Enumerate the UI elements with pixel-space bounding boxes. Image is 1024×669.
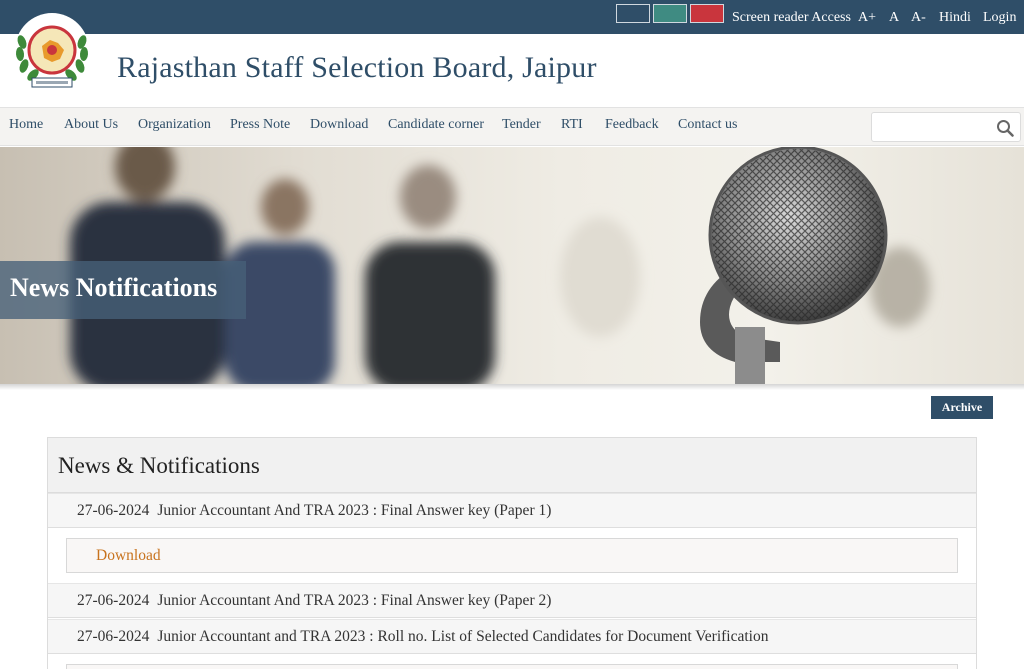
font-increase-button[interactable]: A+: [858, 10, 876, 26]
main-nav: Home About Us Organization Press Note Do…: [0, 107, 1024, 146]
nav-item-tender[interactable]: Tender: [502, 117, 541, 133]
news-item[interactable]: 27-06-2024 Junior Accountant and TRA 2023…: [48, 619, 976, 654]
banner-title-box: News Notifications: [0, 261, 246, 319]
font-decrease-button[interactable]: A-: [911, 10, 926, 26]
news-item-date: 27-06-2024: [77, 502, 150, 519]
nav-item-home[interactable]: Home: [9, 117, 43, 133]
news-item-text: 27-06-2024 Junior Accountant and TRA 2023…: [77, 628, 768, 646]
news-item-title: Junior Accountant And TRA 2023 : Final A…: [157, 502, 552, 519]
news-item-title: Junior Accountant and TRA 2023 : Roll no…: [157, 628, 769, 645]
font-normal-button[interactable]: A: [889, 10, 899, 26]
nav-item-candidate-corner[interactable]: Candidate corner: [388, 117, 484, 133]
top-utility-bar: Screen reader Access A+ A A- Hindi Login: [0, 0, 1024, 34]
news-item-date: 27-06-2024: [77, 592, 150, 609]
news-item-text: 27-06-2024 Junior Accountant And TRA 2023…: [77, 592, 551, 610]
archive-button[interactable]: Archive: [931, 396, 993, 419]
news-item[interactable]: 27-06-2024 Junior Accountant And TRA 2023…: [48, 583, 976, 618]
hindi-language-link[interactable]: Hindi: [939, 10, 971, 26]
nav-item-feedback[interactable]: Feedback: [605, 117, 659, 133]
nav-item-rti[interactable]: RTI: [561, 117, 583, 133]
search-icon[interactable]: [996, 119, 1014, 137]
screen-reader-access-link[interactable]: Screen reader Access: [732, 10, 851, 26]
banner-shadow: [0, 384, 1024, 390]
page-banner: News Notifications: [0, 147, 1024, 384]
nav-item-contact-us[interactable]: Contact us: [678, 117, 738, 133]
nav-item-organization[interactable]: Organization: [138, 117, 211, 133]
theme-blue-swatch[interactable]: [616, 4, 650, 23]
nav-item-press-note[interactable]: Press Note: [230, 117, 290, 133]
rajasthan-emblem-icon[interactable]: [12, 12, 92, 92]
news-item-title: Junior Accountant And TRA 2023 : Final A…: [157, 592, 552, 609]
download-link[interactable]: Download: [96, 547, 161, 565]
news-item-download-box: Download: [66, 538, 958, 573]
theme-green-swatch[interactable]: [653, 4, 687, 23]
news-item-download-box: [66, 664, 958, 669]
banner-title: News Notifications: [10, 273, 218, 302]
news-item[interactable]: 27-06-2024 Junior Accountant And TRA 2023…: [48, 493, 976, 528]
news-panel-header: News & Notifications: [48, 438, 976, 493]
news-panel: News & Notifications 27-06-2024 Junior Ac…: [47, 437, 977, 669]
search-box: [871, 112, 1021, 142]
news-item-date: 27-06-2024: [77, 628, 150, 645]
login-link[interactable]: Login: [983, 10, 1016, 26]
site-header: Rajasthan Staff Selection Board, Jaipur: [0, 13, 1024, 107]
news-panel-title: News & Notifications: [58, 453, 260, 478]
search-input[interactable]: [876, 117, 994, 137]
nav-item-about-us[interactable]: About Us: [64, 117, 118, 133]
site-title: Rajasthan Staff Selection Board, Jaipur: [117, 51, 597, 84]
theme-red-swatch[interactable]: [690, 4, 724, 23]
news-item-text: 27-06-2024 Junior Accountant And TRA 2023…: [77, 502, 551, 520]
nav-item-download[interactable]: Download: [310, 117, 368, 133]
